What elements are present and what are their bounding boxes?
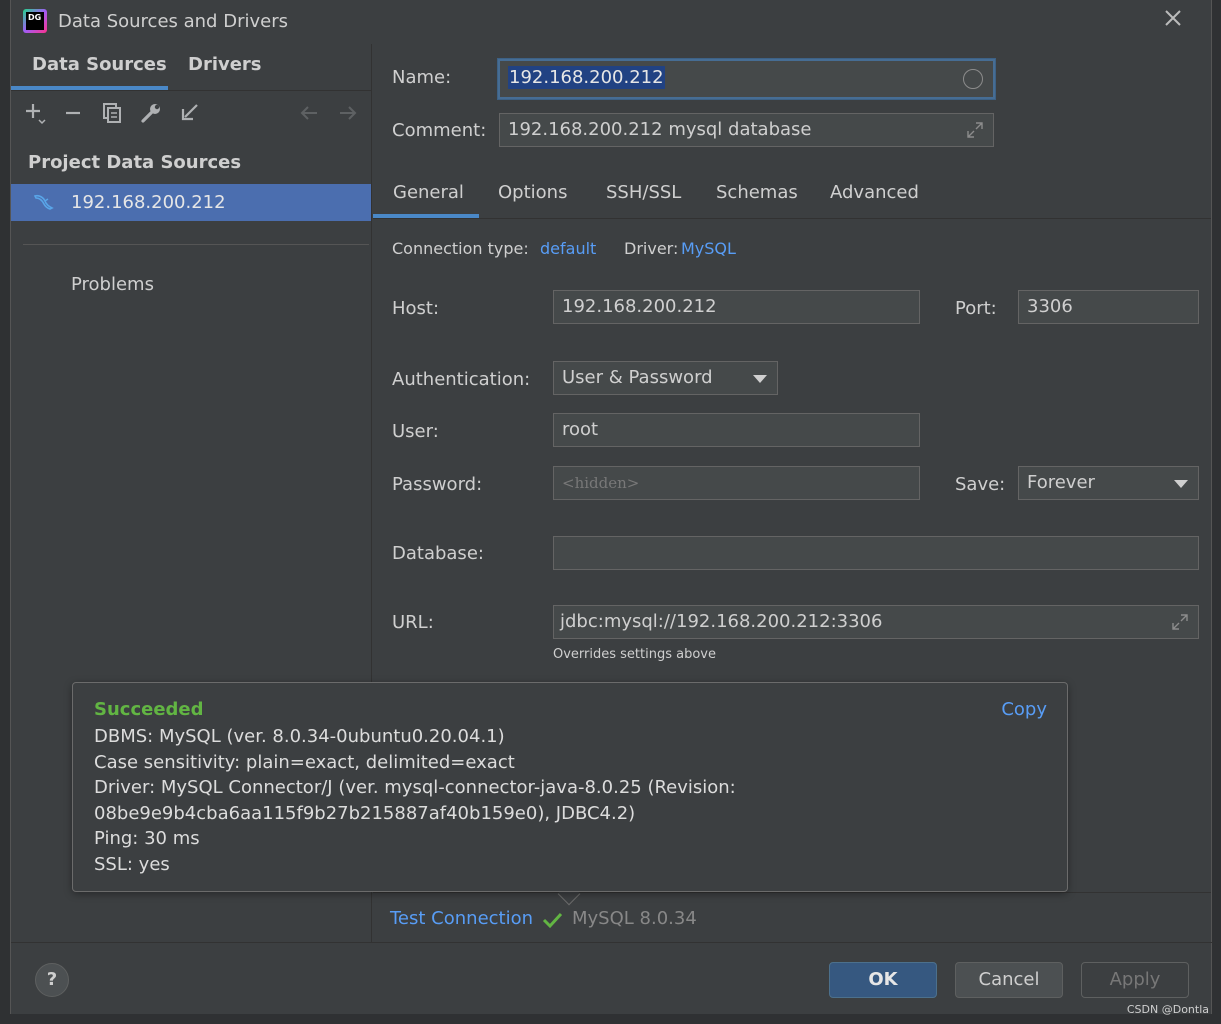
result-line: SSL: yes bbox=[94, 854, 170, 875]
result-line: Driver: MySQL Connector/J (ver. mysql-co… bbox=[94, 777, 736, 798]
color-picker-icon[interactable] bbox=[963, 69, 983, 89]
host-input[interactable]: 192.168.200.212 bbox=[553, 290, 920, 324]
user-label: User: bbox=[392, 421, 439, 442]
help-button[interactable]: ? bbox=[35, 963, 69, 997]
user-input[interactable]: root bbox=[553, 413, 920, 447]
server-version: MySQL 8.0.34 bbox=[572, 908, 697, 929]
problems-item[interactable]: Problems bbox=[71, 274, 154, 295]
checkmark-icon bbox=[542, 912, 563, 929]
port-label: Port: bbox=[955, 298, 997, 319]
connection-type-label: Connection type: bbox=[392, 239, 529, 258]
chevron-down-icon bbox=[753, 375, 767, 383]
tab-schemas[interactable]: Schemas bbox=[716, 182, 798, 203]
copy-link[interactable]: Copy bbox=[1001, 699, 1047, 720]
cancel-button[interactable]: Cancel bbox=[955, 962, 1063, 998]
host-label: Host: bbox=[392, 298, 440, 319]
authentication-value: User & Password bbox=[562, 367, 713, 388]
result-line: 08be9e9b4cba6aa115f9b27b215887af40b159e0… bbox=[94, 803, 636, 824]
project-data-sources-heading: Project Data Sources bbox=[28, 152, 242, 173]
app-icon-text: DG bbox=[26, 12, 44, 30]
name-value: 192.168.200.212 bbox=[508, 66, 665, 89]
authentication-label: Authentication: bbox=[392, 369, 531, 390]
divider bbox=[23, 244, 369, 245]
mysql-dolphin-icon bbox=[33, 194, 54, 210]
title-bar: DG Data Sources and Drivers bbox=[11, 0, 1211, 44]
name-label: Name: bbox=[392, 67, 452, 88]
divider bbox=[11, 90, 372, 91]
remove-icon[interactable] bbox=[60, 100, 86, 126]
url-hint: Overrides settings above bbox=[553, 647, 716, 662]
tab-advanced[interactable]: Advanced bbox=[830, 182, 919, 203]
driver-link[interactable]: MySQL bbox=[681, 239, 736, 258]
result-status: Succeeded bbox=[94, 699, 204, 720]
connection-result-popup: Succeeded Copy DBMS: MySQL (ver. 8.0.34-… bbox=[72, 682, 1068, 892]
password-label: Password: bbox=[392, 474, 483, 495]
screen-background: DG Data Sources and Drivers Data Sources… bbox=[0, 0, 1221, 1024]
test-connection-link[interactable]: Test Connection bbox=[390, 908, 533, 929]
tab-general[interactable]: General bbox=[393, 182, 464, 203]
password-placeholder: <hidden> bbox=[562, 474, 640, 492]
comment-value: 192.168.200.212 mysql database bbox=[508, 119, 812, 140]
url-input[interactable]: jdbc:mysql://192.168.200.212:3306 bbox=[553, 605, 1199, 639]
left-toolbar bbox=[11, 96, 372, 132]
apply-button[interactable]: Apply bbox=[1081, 962, 1189, 998]
data-source-label: 192.168.200.212 bbox=[71, 192, 226, 213]
save-select[interactable]: Forever bbox=[1018, 466, 1199, 500]
datagrip-app-icon: DG bbox=[23, 9, 47, 33]
divider bbox=[373, 892, 1211, 893]
database-label: Database: bbox=[392, 543, 484, 564]
copy-icon[interactable] bbox=[99, 100, 125, 126]
tab-ssh-ssl[interactable]: SSH/SSL bbox=[606, 182, 681, 203]
divider bbox=[373, 218, 1211, 219]
result-line: DBMS: MySQL (ver. 8.0.34-0ubuntu0.20.04.… bbox=[94, 726, 505, 747]
save-value: Forever bbox=[1027, 472, 1095, 493]
expand-icon[interactable] bbox=[965, 120, 985, 140]
window-title: Data Sources and Drivers bbox=[58, 11, 288, 32]
connection-type-link[interactable]: default bbox=[540, 239, 596, 258]
import-icon[interactable] bbox=[177, 100, 203, 126]
ok-button[interactable]: OK bbox=[829, 962, 937, 998]
chevron-down-icon bbox=[1174, 480, 1188, 488]
port-input[interactable]: 3306 bbox=[1018, 290, 1199, 324]
divider bbox=[11, 942, 1213, 943]
left-tabs: Data Sources Drivers bbox=[11, 44, 372, 90]
result-line: Ping: 30 ms bbox=[94, 828, 200, 849]
close-icon[interactable] bbox=[1161, 8, 1185, 32]
data-source-item[interactable]: 192.168.200.212 bbox=[11, 184, 371, 221]
comment-input[interactable]: 192.168.200.212 mysql database bbox=[499, 113, 994, 147]
tab-drivers[interactable]: Drivers bbox=[188, 54, 262, 75]
add-icon[interactable] bbox=[23, 100, 49, 126]
watermark: CSDN @Dontla bbox=[1126, 1003, 1209, 1016]
driver-label: Driver: bbox=[624, 239, 679, 258]
url-label: URL: bbox=[392, 612, 434, 633]
wrench-icon[interactable] bbox=[138, 100, 164, 126]
forward-arrow-icon[interactable] bbox=[335, 100, 361, 126]
authentication-select[interactable]: User & Password bbox=[553, 361, 778, 395]
expand-icon[interactable] bbox=[1170, 612, 1190, 632]
comment-label: Comment: bbox=[392, 120, 487, 141]
save-label: Save: bbox=[955, 474, 1006, 495]
name-input[interactable]: 192.168.200.212 bbox=[498, 59, 995, 99]
tab-options[interactable]: Options bbox=[498, 182, 567, 203]
password-input[interactable]: <hidden> bbox=[553, 466, 920, 500]
back-arrow-icon[interactable] bbox=[296, 100, 322, 126]
tab-data-sources[interactable]: Data Sources bbox=[32, 54, 167, 75]
settings-tabs: General Options SSH/SSL Schemas Advanced bbox=[373, 176, 1211, 218]
result-line: Case sensitivity: plain=exact, delimited… bbox=[94, 752, 515, 773]
url-value: jdbc:mysql://192.168.200.212:3306 bbox=[560, 611, 883, 632]
database-input[interactable] bbox=[553, 536, 1199, 570]
